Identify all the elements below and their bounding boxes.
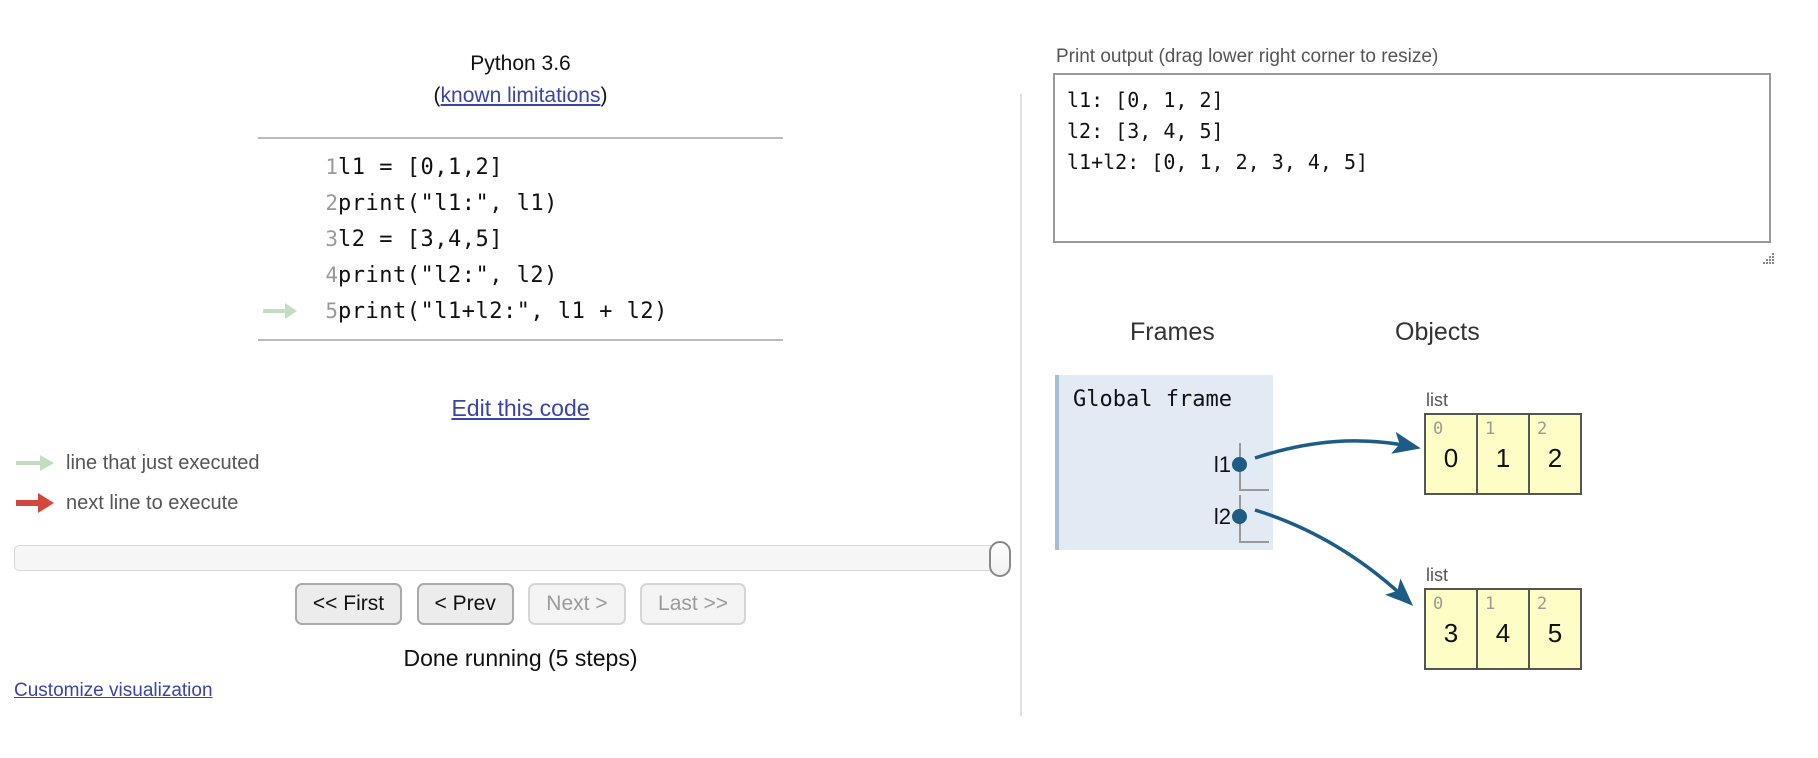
list-row: 0 3 1 4 2 5 <box>1425 589 1581 669</box>
line-number: 5 <box>325 299 338 323</box>
list-element: 1 4 <box>1476 589 1529 669</box>
edit-this-code-wrap: Edit this code <box>258 395 783 422</box>
step-controls: << First < Prev Next > Last >> <box>258 583 783 625</box>
line-just-executed-arrow-icon <box>258 301 304 321</box>
object-type-label: list <box>1426 565 1448 585</box>
element-index: 1 <box>1485 419 1496 439</box>
code-row: 4 print("l2:", l2) <box>258 257 783 293</box>
variable-name: l2 <box>1213 504 1231 529</box>
element-value: 0 <box>1443 443 1459 473</box>
python-version-label: Python 3.6 <box>470 52 571 75</box>
next-button[interactable]: Next > <box>528 583 626 625</box>
objects-heading: Objects <box>1395 318 1480 346</box>
next-line-arrow-icon <box>16 492 60 514</box>
list-row: 0 0 1 1 2 2 <box>1425 414 1581 494</box>
element-index: 1 <box>1485 594 1496 614</box>
code-line-text[interactable]: print("l1+l2:", l1 + l2) <box>338 293 783 329</box>
code-row: 3 l2 = [3,4,5] <box>258 221 783 257</box>
known-limitations-line: (known limitations) <box>258 80 783 112</box>
element-index: 2 <box>1537 419 1548 439</box>
element-value: 1 <box>1495 443 1511 473</box>
code-table: 1 l1 = [0,1,2] 2 print("l1:", l1) 3 l2 =… <box>258 149 783 329</box>
code-line-text[interactable]: print("l2:", l2) <box>338 257 783 293</box>
execution-arrow-cell <box>258 257 304 293</box>
print-output-label: Print output (drag lower right corner to… <box>1056 46 1439 67</box>
execution-arrow-cell <box>258 185 304 221</box>
object-type-label: list <box>1426 390 1448 410</box>
variable-row-l2: l2 <box>1113 493 1273 545</box>
list-element: 0 3 <box>1425 589 1477 669</box>
execution-slider[interactable] <box>14 541 1011 577</box>
element-value: 4 <box>1495 618 1511 648</box>
legend-label-next: next line to execute <box>66 491 239 514</box>
known-limitations-link[interactable]: known limitations <box>441 84 601 107</box>
element-value: 3 <box>1443 618 1459 648</box>
code-line-text[interactable]: print("l1:", l1) <box>338 185 783 221</box>
code-line-text[interactable]: l2 = [3,4,5] <box>338 221 783 257</box>
list-table: 0 0 1 1 2 2 <box>1424 413 1582 495</box>
global-frame-title: Global frame <box>1073 387 1232 412</box>
element-value: 2 <box>1547 443 1563 473</box>
list-element: 0 0 <box>1425 414 1477 494</box>
variable-name: l1 <box>1213 452 1231 477</box>
execution-arrow-cell <box>258 293 304 329</box>
object-list-2: list 0 3 1 4 2 5 <box>1424 565 1582 670</box>
last-button[interactable]: Last >> <box>640 583 747 625</box>
first-button[interactable]: << First <box>294 583 403 625</box>
global-frame: Global frame l1 l2 <box>1055 375 1273 550</box>
arrow-legend: line that just executed next line to exe… <box>16 443 259 523</box>
code-display: 1 l1 = [0,1,2] 2 print("l1:", l1) 3 l2 =… <box>258 137 783 341</box>
print-output-box[interactable]: l1: [0, 1, 2] l2: [3, 4, 5] l1+l2: [0, 1… <box>1053 73 1771 243</box>
list-table: 0 3 1 4 2 5 <box>1424 588 1582 670</box>
resize-handle-icon[interactable] <box>1760 251 1776 267</box>
execution-arrow-cell <box>258 221 304 257</box>
pointer-dot-icon <box>1232 457 1247 472</box>
object-list-1: list 0 0 1 1 2 2 <box>1424 390 1582 495</box>
prev-button[interactable]: < Prev <box>416 583 514 625</box>
pointer-dot-icon <box>1232 509 1247 524</box>
legend-label-executed: line that just executed <box>66 451 260 474</box>
variable-pointer-slot <box>1232 495 1269 543</box>
element-index: 0 <box>1433 419 1444 439</box>
slider-track[interactable] <box>14 541 1011 577</box>
list-element: 1 1 <box>1476 414 1529 494</box>
line-number: 4 <box>325 263 338 287</box>
variable-pointer-slot <box>1232 443 1269 491</box>
edit-this-code-link[interactable]: Edit this code <box>451 395 589 421</box>
legend-row-executed: line that just executed <box>16 443 259 483</box>
paren-close: ) <box>600 84 608 107</box>
code-line-text[interactable]: l1 = [0,1,2] <box>338 149 783 185</box>
variable-row-l1: l1 <box>1113 441 1273 493</box>
line-just-executed-arrow-icon <box>16 453 60 473</box>
legend-row-next: next line to execute <box>16 483 259 523</box>
element-value: 5 <box>1547 618 1563 648</box>
list-element: 2 5 <box>1528 589 1581 669</box>
line-number: 2 <box>325 191 338 215</box>
element-index: 0 <box>1433 594 1444 614</box>
python-tutor-app: Python 3.6 (known limitations) 1 l1 = [0… <box>0 0 1818 758</box>
code-row: 1 l1 = [0,1,2] <box>258 149 783 185</box>
element-index: 2 <box>1537 594 1548 614</box>
line-number: 3 <box>325 227 338 251</box>
line-number: 1 <box>325 155 338 179</box>
customize-visualization-wrap: Customize visualization <box>14 680 213 702</box>
customize-visualization-link[interactable]: Customize visualization <box>14 680 213 701</box>
paren-open: ( <box>433 84 441 107</box>
slider-handle[interactable] <box>989 541 1011 577</box>
python-version-header: Python 3.6 (known limitations) <box>258 48 783 112</box>
code-panel: Python 3.6 (known limitations) 1 l1 = [0… <box>0 0 1020 758</box>
execution-arrow-cell <box>258 149 304 185</box>
code-row: 2 print("l1:", l1) <box>258 185 783 221</box>
list-element: 2 2 <box>1528 414 1581 494</box>
execution-status: Done running (5 steps) <box>403 645 638 671</box>
code-row-current: 5 print("l1+l2:", l1 + l2) <box>258 293 783 329</box>
